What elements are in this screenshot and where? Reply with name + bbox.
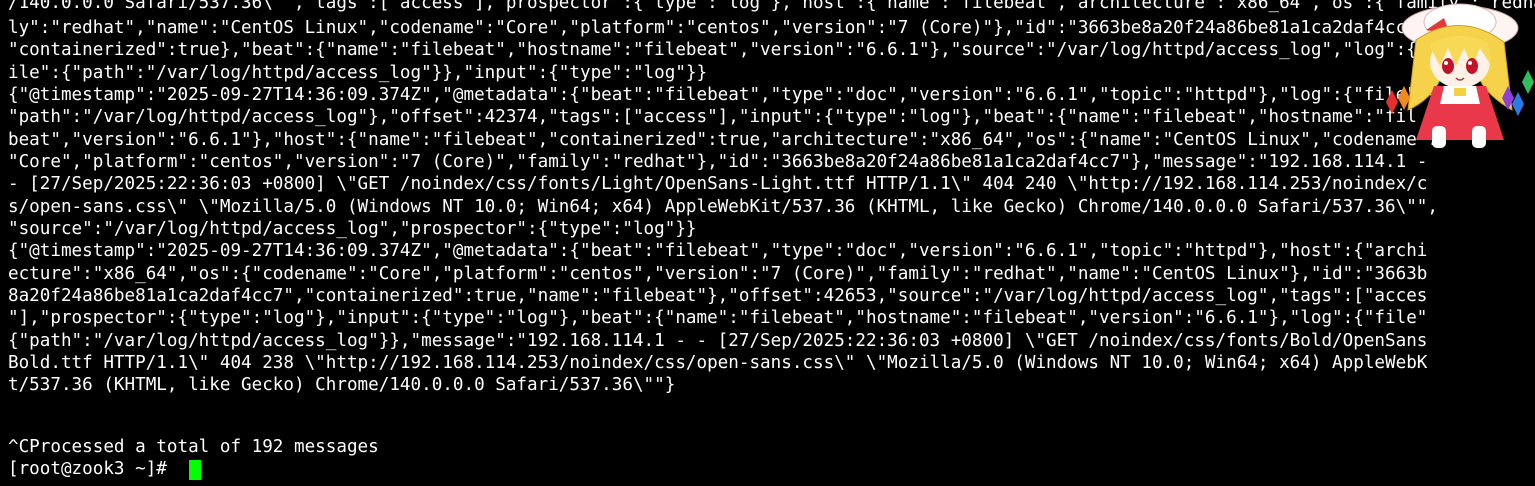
terminal-line: Bold.ttf HTTP/1.1\" 404 238 \"http://192… (8, 353, 1428, 373)
terminal-line: /140.0.0.0 Safari/537.36\"","tags":["acc… (8, 0, 1535, 13)
terminal-line: s/open-sans.css\" \"Mozilla/5.0 (Windows… (8, 197, 1438, 217)
terminal-line: ly":"redhat","name":"CentOS Linux","code… (8, 18, 1438, 38)
anime-mascot-icon (1386, 3, 1534, 148)
terminal-line: {"path":"/var/log/httpd/access_log"}},"m… (8, 331, 1428, 351)
terminal-cursor (189, 460, 201, 480)
terminal-line: ile":{"path":"/var/log/httpd/access_log"… (8, 63, 708, 83)
terminal-line: {"@timestamp":"2025-09-27T14:36:09.374Z"… (8, 241, 1428, 261)
terminal-line: "containerized":true},"beat":{"name":"fi… (8, 40, 1438, 60)
terminal-line: t/537.36 (KHTML, like Gecko) Chrome/140.… (8, 375, 676, 395)
terminal-line: - [27/Sep/2025:22:36:03 +0800] \"GET /no… (8, 174, 1428, 194)
terminal-line: 8a20f24a86be81a1ca2daf4cc7","containeriz… (8, 286, 1428, 306)
status-line: ^CProcessed a total of 192 messages (8, 437, 379, 457)
terminal-line: ecture":"x86_64","os":{"codename":"Core"… (8, 264, 1428, 284)
terminal-line: "],"prospector":{"type":"log"},"input":{… (8, 308, 1428, 328)
terminal-line: beat","version":"6.6.1"},"host":{"name":… (8, 130, 1438, 150)
terminal-line: "path":"/var/log/httpd/access_log"},"off… (8, 107, 1417, 127)
terminal-line: "Core","platform":"centos","version":"7 … (8, 152, 1428, 172)
shell-prompt[interactable]: [root@zook3 ~]# (8, 459, 177, 480)
terminal-line: {"@timestamp":"2025-09-27T14:36:09.374Z"… (8, 85, 1438, 105)
terminal-window[interactable]: /140.0.0.0 Safari/537.36\"","tags":["acc… (0, 0, 1535, 486)
terminal-line: "source":"/var/log/httpd/access_log","pr… (8, 219, 697, 239)
